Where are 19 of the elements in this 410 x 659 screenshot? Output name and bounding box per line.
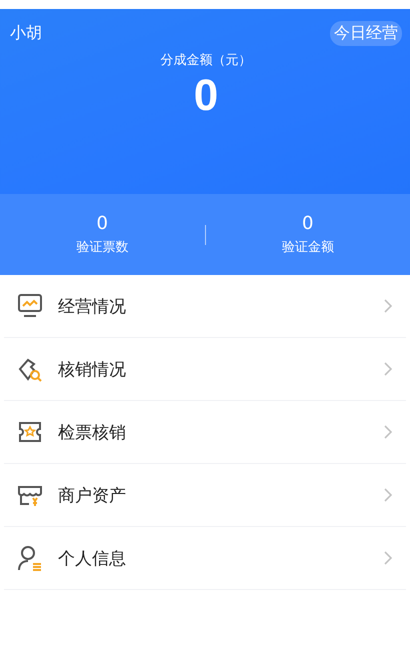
stat-label: 验证金额 [282,239,334,256]
menu-item[interactable]: 经营情况 [4,275,406,338]
monitor-icon [16,292,44,320]
chevron-right-icon [382,361,394,377]
chevron-right-icon [382,487,394,503]
chevron-right-icon [382,298,394,314]
user-icon [16,544,44,572]
menu-item[interactable]: 检票核销 [4,401,406,464]
amount-value: 0 [194,71,218,121]
stat-value: 0 [302,213,314,234]
amount-label: 分成金额（元） [160,52,252,69]
user-name: 小胡 [10,23,42,44]
chevron-right-icon [382,424,394,440]
menu-item[interactable]: 商户资产 [4,464,406,527]
chevron-right-icon [382,550,394,566]
menu-item[interactable]: 核销情况 [4,338,406,401]
stat-value: 0 [96,213,108,234]
menu-item[interactable]: 个人信息 [4,527,406,590]
stat-label: 验证票数 [76,239,128,256]
